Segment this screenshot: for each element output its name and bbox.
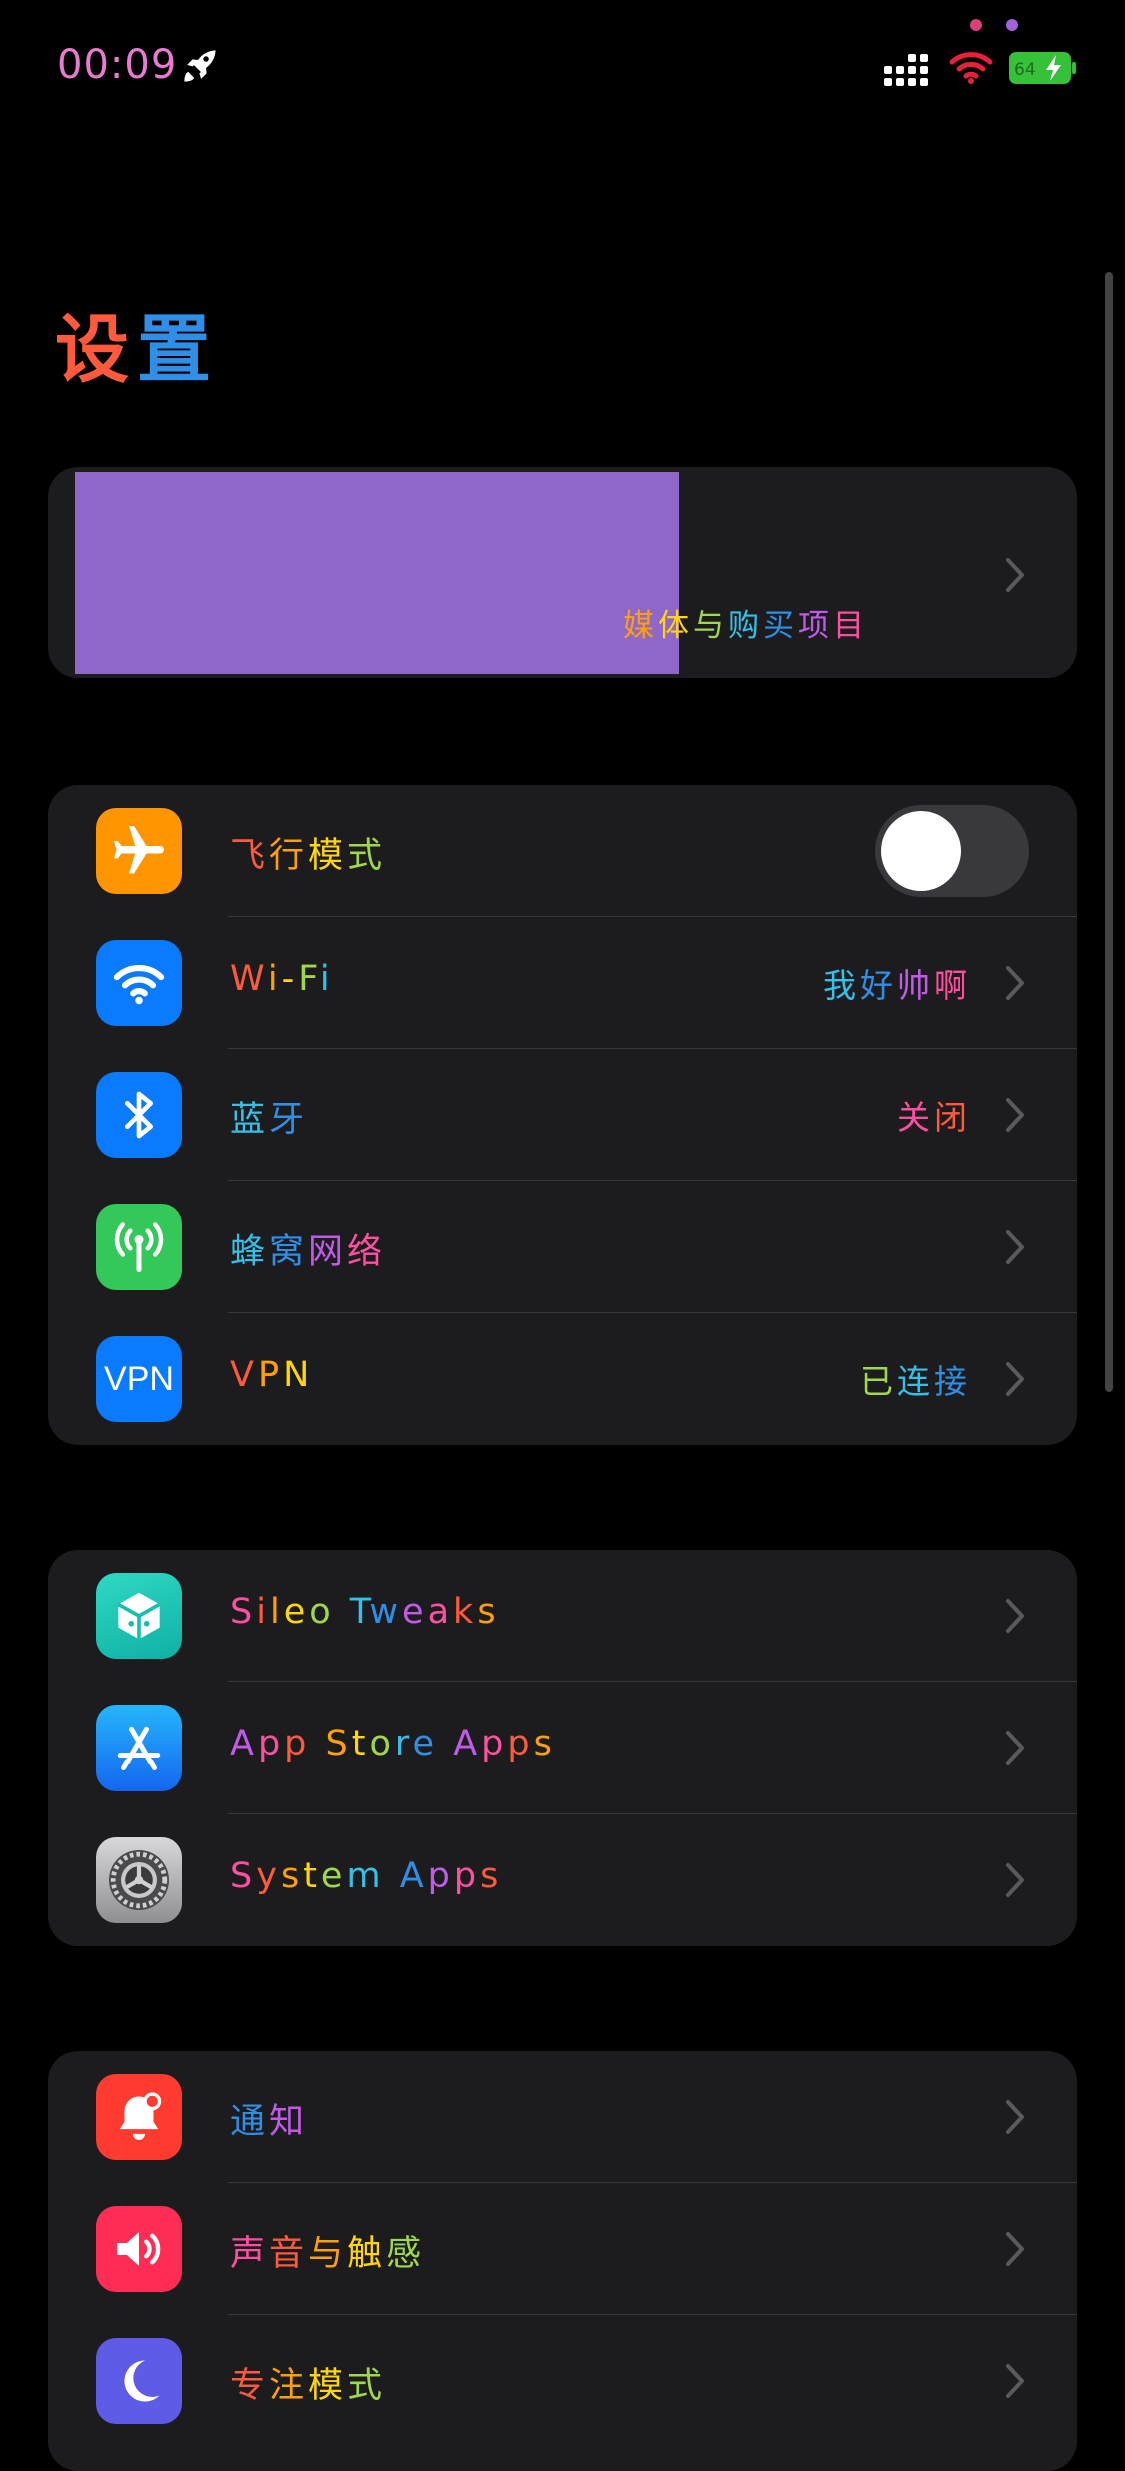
- app-store-apps-label: App Store Apps: [230, 1724, 556, 1764]
- row-vpn[interactable]: VPN VPN 已连接: [48, 1313, 1077, 1445]
- row-sileo-tweaks[interactable]: Sileo Tweaks: [48, 1550, 1077, 1682]
- chevron-right-icon: [1006, 2364, 1024, 2398]
- row-airplane-mode: 飞行模式: [48, 785, 1077, 917]
- chevron-right-icon: [1006, 1599, 1024, 1633]
- row-cellular[interactable]: 蜂窝网络: [48, 1181, 1077, 1313]
- chevron-right-icon: [1006, 1362, 1024, 1396]
- chevron-right-icon: [1006, 1230, 1024, 1264]
- redacted-profile-area: [75, 472, 679, 674]
- apps-group: Sileo Tweaks App Store Apps System Apps: [48, 1550, 1077, 1946]
- bluetooth-status: 关闭: [897, 1098, 971, 1137]
- chevron-right-icon: [1006, 2100, 1024, 2134]
- status-bar: 00:09 64: [0, 0, 1125, 140]
- profile-subtitle: 媒体与购买项目: [623, 608, 868, 644]
- battery-icon: 64: [1009, 52, 1076, 84]
- row-sounds-haptics[interactable]: 声音与触感: [48, 2183, 1077, 2315]
- row-focus[interactable]: 专注模式: [48, 2315, 1077, 2447]
- row-system-apps[interactable]: System Apps: [48, 1814, 1077, 1946]
- row-app-store-apps[interactable]: App Store Apps: [48, 1682, 1077, 1814]
- row-notifications[interactable]: 通知: [48, 2051, 1077, 2183]
- airplane-mode-toggle[interactable]: [875, 805, 1029, 897]
- row-wifi[interactable]: Wi-Fi 我好帅啊: [48, 917, 1077, 1049]
- vpn-status: 已连接: [860, 1362, 971, 1401]
- chevron-right-icon: [1006, 2232, 1024, 2266]
- sileo-tweaks-label: Sileo Tweaks: [230, 1592, 500, 1632]
- airplane-icon: [96, 808, 182, 894]
- chevron-right-icon: [1006, 1863, 1024, 1897]
- vpn-label: VPN: [230, 1355, 314, 1395]
- wifi-label: Wi-Fi: [230, 959, 334, 999]
- status-time: 00:09: [57, 42, 178, 88]
- system-apps-label: System Apps: [230, 1856, 503, 1896]
- bell-icon: [96, 2074, 182, 2160]
- chevron-right-icon: [1006, 1098, 1024, 1132]
- privacy-dot-mic: [1006, 19, 1018, 31]
- bluetooth-icon: [96, 1072, 182, 1158]
- apple-id-card[interactable]: [48, 467, 1077, 678]
- scrollbar[interactable]: [1105, 272, 1113, 1392]
- speaker-icon: [96, 2206, 182, 2292]
- wifi-network-name: 我好帅啊: [823, 966, 971, 1005]
- chevron-right-icon: [1006, 558, 1024, 592]
- system-group: 通知 声音与触感 专注模式: [48, 2051, 1077, 2471]
- privacy-dot-camera: [970, 19, 982, 31]
- airplane-mode-label: 飞行模式: [230, 836, 387, 876]
- notifications-label: 通知: [230, 2102, 309, 2142]
- sileo-cube-icon: [96, 1573, 182, 1659]
- battery-level-text: 64: [1014, 60, 1036, 80]
- wifi-status-icon: [949, 52, 993, 84]
- page-title-char-1: 设: [55, 307, 137, 393]
- cellular-antenna-icon: [96, 1204, 182, 1290]
- bluetooth-label: 蓝牙: [230, 1100, 309, 1140]
- row-bluetooth[interactable]: 蓝牙 关闭: [48, 1049, 1077, 1181]
- moon-icon: [96, 2338, 182, 2424]
- connectivity-group: 飞行模式 Wi-Fi 我好帅啊 蓝牙 关闭 蜂窝网络 VPN VPN 已连接: [48, 785, 1077, 1445]
- settings-gear-icon: [96, 1837, 182, 1923]
- page-title-char-2: 置: [137, 307, 219, 393]
- cellular-label: 蜂窝网络: [230, 1232, 387, 1272]
- toggle-knob: [881, 811, 961, 891]
- cellular-signal-icon: [884, 54, 928, 86]
- page-title: 设置: [55, 290, 219, 397]
- sounds-haptics-label: 声音与触感: [230, 2234, 426, 2274]
- chevron-right-icon: [1006, 1731, 1024, 1765]
- rocket-icon: [184, 50, 216, 82]
- chevron-right-icon: [1006, 966, 1024, 1000]
- vpn-icon-text: VPN: [104, 1359, 174, 1398]
- focus-label: 专注模式: [230, 2366, 387, 2406]
- wifi-icon: [96, 940, 182, 1026]
- app-store-icon: [96, 1705, 182, 1791]
- vpn-icon: VPN: [96, 1336, 182, 1422]
